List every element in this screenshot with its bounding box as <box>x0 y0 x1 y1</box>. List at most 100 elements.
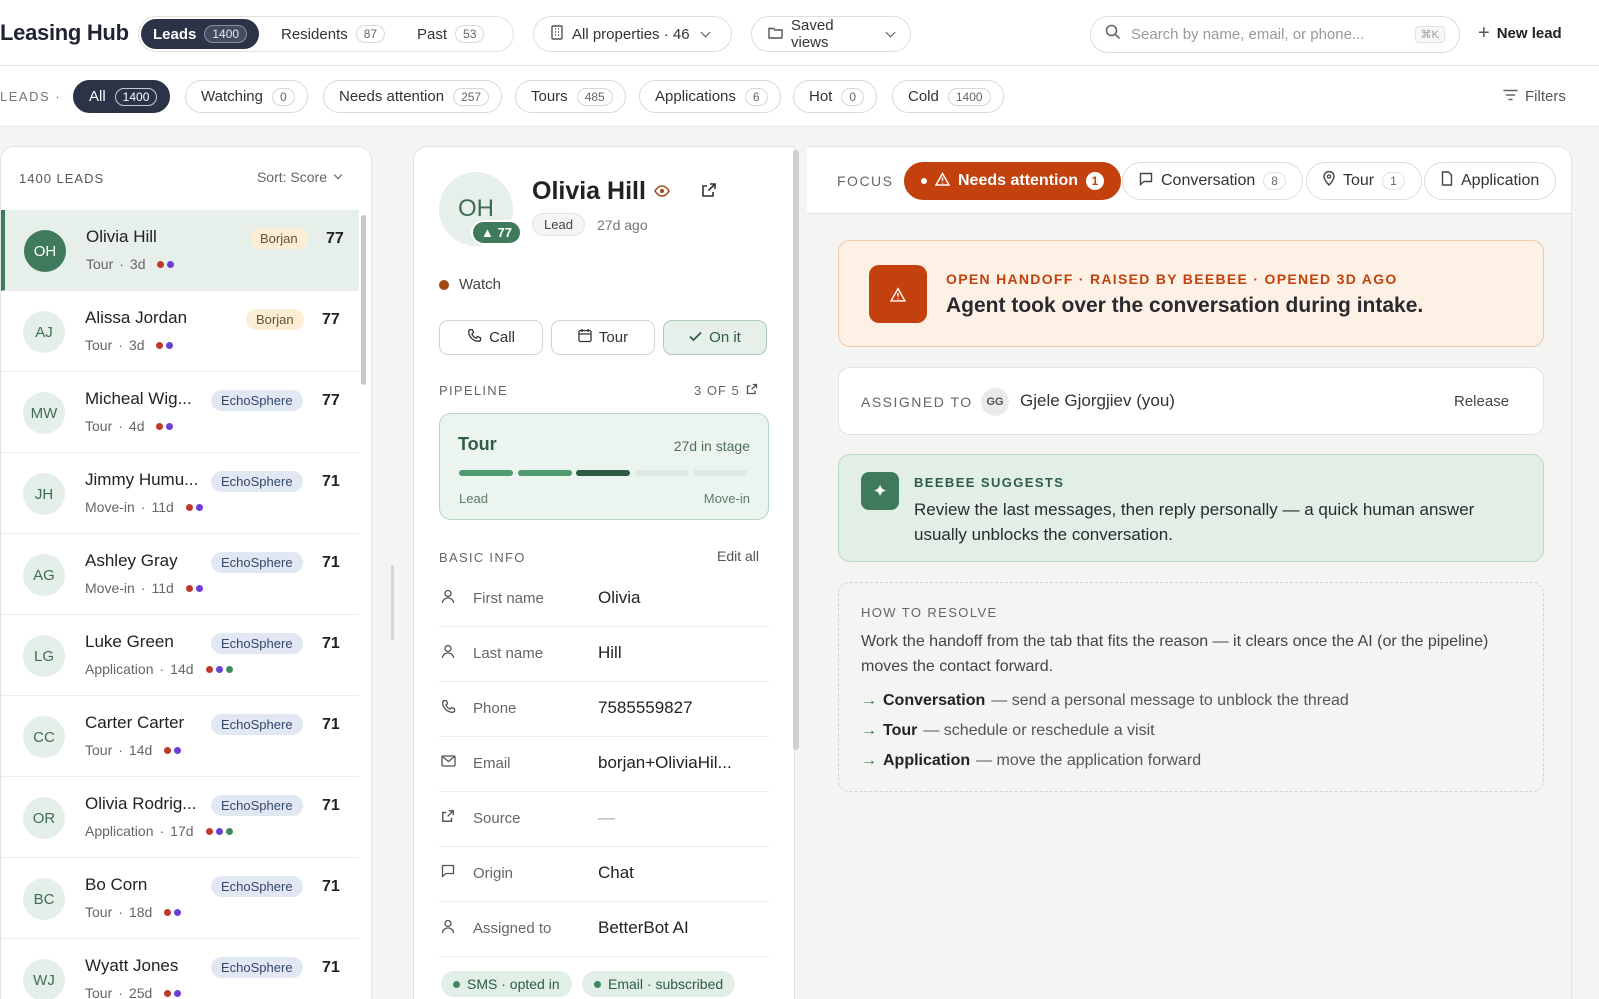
status-dot <box>174 989 182 997</box>
on-it-button[interactable]: On it <box>663 320 767 355</box>
assignee-name: Gjele Gjorgjiev (you) <box>1020 391 1175 410</box>
panel-resize-handle[interactable] <box>391 565 394 640</box>
pipeline-label: PIPELINE <box>439 383 508 398</box>
tab-application[interactable]: Application <box>1424 162 1557 200</box>
chip-label: Tours <box>531 88 568 105</box>
field-label: Origin <box>473 865 514 882</box>
lead-meta: Tour · 25d <box>85 985 182 999</box>
leads-scrollbar[interactable] <box>361 215 366 385</box>
filters-button[interactable]: Filters <box>1503 88 1566 105</box>
tour-button[interactable]: Tour <box>551 320 655 355</box>
info-field-row[interactable]: First name Olivia <box>439 572 769 627</box>
arrow-right-icon: → <box>861 692 877 709</box>
lead-row[interactable]: JH Jimmy Humu... Move-in · 11d EchoSphere 71 <box>1 453 359 534</box>
tab-conversation[interactable]: Conversation 8 <box>1122 162 1303 200</box>
search-icon <box>1105 24 1121 45</box>
saved-views-label: Saved views <box>791 17 834 51</box>
filter-chip-watching[interactable]: Watching 0 <box>185 80 308 113</box>
property-tag: EchoSphere <box>211 795 303 816</box>
separator: · <box>118 985 123 999</box>
release-button[interactable]: Release <box>1454 393 1509 410</box>
lead-row[interactable]: AJ Alissa Jordan Tour · 3d Borjan 77 <box>1 291 359 372</box>
filter-chip-hot[interactable]: Hot 0 <box>793 80 878 113</box>
check-icon <box>689 329 702 346</box>
how-to-resolve-card: HOW TO RESOLVE Work the handoff from the… <box>838 582 1544 792</box>
field-value: 7585559827 <box>598 698 693 717</box>
assigned-to-label: ASSIGNED TO <box>861 394 973 410</box>
lead-row[interactable]: MW Micheal Wig... Tour · 4d EchoSphere 77 <box>1 372 359 453</box>
info-field-row[interactable]: Phone 7585559827 <box>439 682 769 737</box>
filter-chip-cold[interactable]: Cold 1400 <box>892 80 1004 113</box>
lead-row[interactable]: OH Olivia Hill Tour · 3d Borjan 77 <box>1 210 359 291</box>
lead-score: 71 <box>322 473 340 490</box>
info-field-row[interactable]: Source — <box>439 792 769 847</box>
segment-leads-count: 1400 <box>204 25 248 43</box>
info-field-row[interactable]: Email borjan+OliviaHil... <box>439 737 769 792</box>
filter-chip-all[interactable]: All 1400 <box>73 80 171 113</box>
info-field-row[interactable]: Assigned to BetterBot AI <box>439 902 769 957</box>
focus-label: FOCUS <box>837 173 894 189</box>
lead-row[interactable]: LG Luke Green Application · 14d EchoSphere 71 <box>1 615 359 696</box>
call-button[interactable]: Call <box>439 320 543 355</box>
sms-status-label: SMS · opted in <box>467 976 560 992</box>
person-icon <box>441 589 455 609</box>
watch-toggle[interactable]: Watch <box>439 276 501 293</box>
search-input[interactable] <box>1131 26 1415 43</box>
step-desc: — send a personal message to unblock the… <box>991 692 1349 709</box>
lead-age: 14d <box>128 742 153 758</box>
lead-type-badge: Lead <box>532 213 585 236</box>
step-desc: — move the application forward <box>976 752 1202 769</box>
filters-label: Filters <box>1525 88 1566 105</box>
detail-scrollbar[interactable] <box>793 150 799 750</box>
info-field-row[interactable]: Origin Chat <box>439 847 769 902</box>
segment-past[interactable]: Past 53 <box>405 19 496 49</box>
basic-info-label: BASIC INFO <box>439 550 526 565</box>
properties-dropdown[interactable]: All properties · 46 <box>533 16 732 52</box>
segment-leads-label: Leads <box>153 25 197 43</box>
email-status-badge: Email · subscribed <box>582 971 736 997</box>
pipeline-segment <box>576 470 630 476</box>
sort-dropdown[interactable]: Sort: Score <box>257 169 343 185</box>
status-dot <box>166 422 174 430</box>
lead-name: Olivia Hill <box>532 177 646 205</box>
lead-stage: Move-in <box>85 499 135 515</box>
focus-tab-bar: FOCUS Needs attention 1 Conversation 8 T… <box>807 147 1571 214</box>
property-tag: EchoSphere <box>211 390 303 411</box>
resolve-label: HOW TO RESOLVE <box>861 605 998 620</box>
avatar: AG <box>23 554 65 596</box>
tab-tour[interactable]: Tour 1 <box>1306 162 1422 200</box>
property-tag: EchoSphere <box>211 714 303 735</box>
lead-row[interactable]: WJ Wyatt Jones Tour · 25d EchoSphere 71 <box>1 939 359 999</box>
focus-panel: FOCUS Needs attention 1 Conversation 8 T… <box>807 146 1572 999</box>
open-external-icon[interactable] <box>701 182 717 203</box>
segment-residents[interactable]: Residents 87 <box>269 19 397 49</box>
tab-needs-attention[interactable]: Needs attention 1 <box>904 162 1122 200</box>
pipeline-segment <box>634 470 689 476</box>
saved-views-dropdown[interactable]: Saved views <box>751 16 911 52</box>
filter-chip-applications[interactable]: Applications 6 <box>639 80 781 113</box>
pipeline-start-label: Lead <box>459 491 488 506</box>
pipeline-open-link[interactable]: 3 OF 5 <box>694 383 758 398</box>
edit-all-button[interactable]: Edit all <box>717 548 759 564</box>
lead-name: Bo Corn <box>85 875 148 894</box>
suggestion-kicker: BEEBEE SUGGESTS <box>914 475 1065 490</box>
lead-row[interactable]: AG Ashley Gray Move-in · 11d EchoSphere 71 <box>1 534 359 615</box>
phone-icon <box>441 699 456 719</box>
info-field-row[interactable]: Last name Hill <box>439 627 769 682</box>
lead-row[interactable]: OR Olivia Rodrig... Application · 17d EchoSph… <box>1 777 359 858</box>
pipeline-segment <box>517 470 572 476</box>
filter-chip-tours[interactable]: Tours 485 <box>515 80 626 113</box>
segment-leads[interactable]: Leads 1400 <box>141 19 260 49</box>
new-lead-label: New lead <box>1496 25 1562 42</box>
lead-row[interactable]: CC Carter Carter Tour · 14d EchoSphere 71 <box>1 696 359 777</box>
sms-status-badge: SMS · opted in <box>441 971 572 997</box>
lead-row[interactable]: BC Bo Corn Tour · 18d EchoSphere 71 <box>1 858 359 939</box>
new-lead-button[interactable]: + New lead <box>1478 22 1562 45</box>
lead-name: Olivia Hill <box>86 227 157 246</box>
chip-count: 485 <box>576 87 613 106</box>
chat-bubble-icon <box>441 864 455 883</box>
lead-score: 71 <box>322 878 340 895</box>
field-value: — <box>598 808 615 827</box>
filter-chip-needs-attention[interactable]: Needs attention 257 <box>323 80 503 113</box>
eye-icon[interactable] <box>654 184 670 202</box>
